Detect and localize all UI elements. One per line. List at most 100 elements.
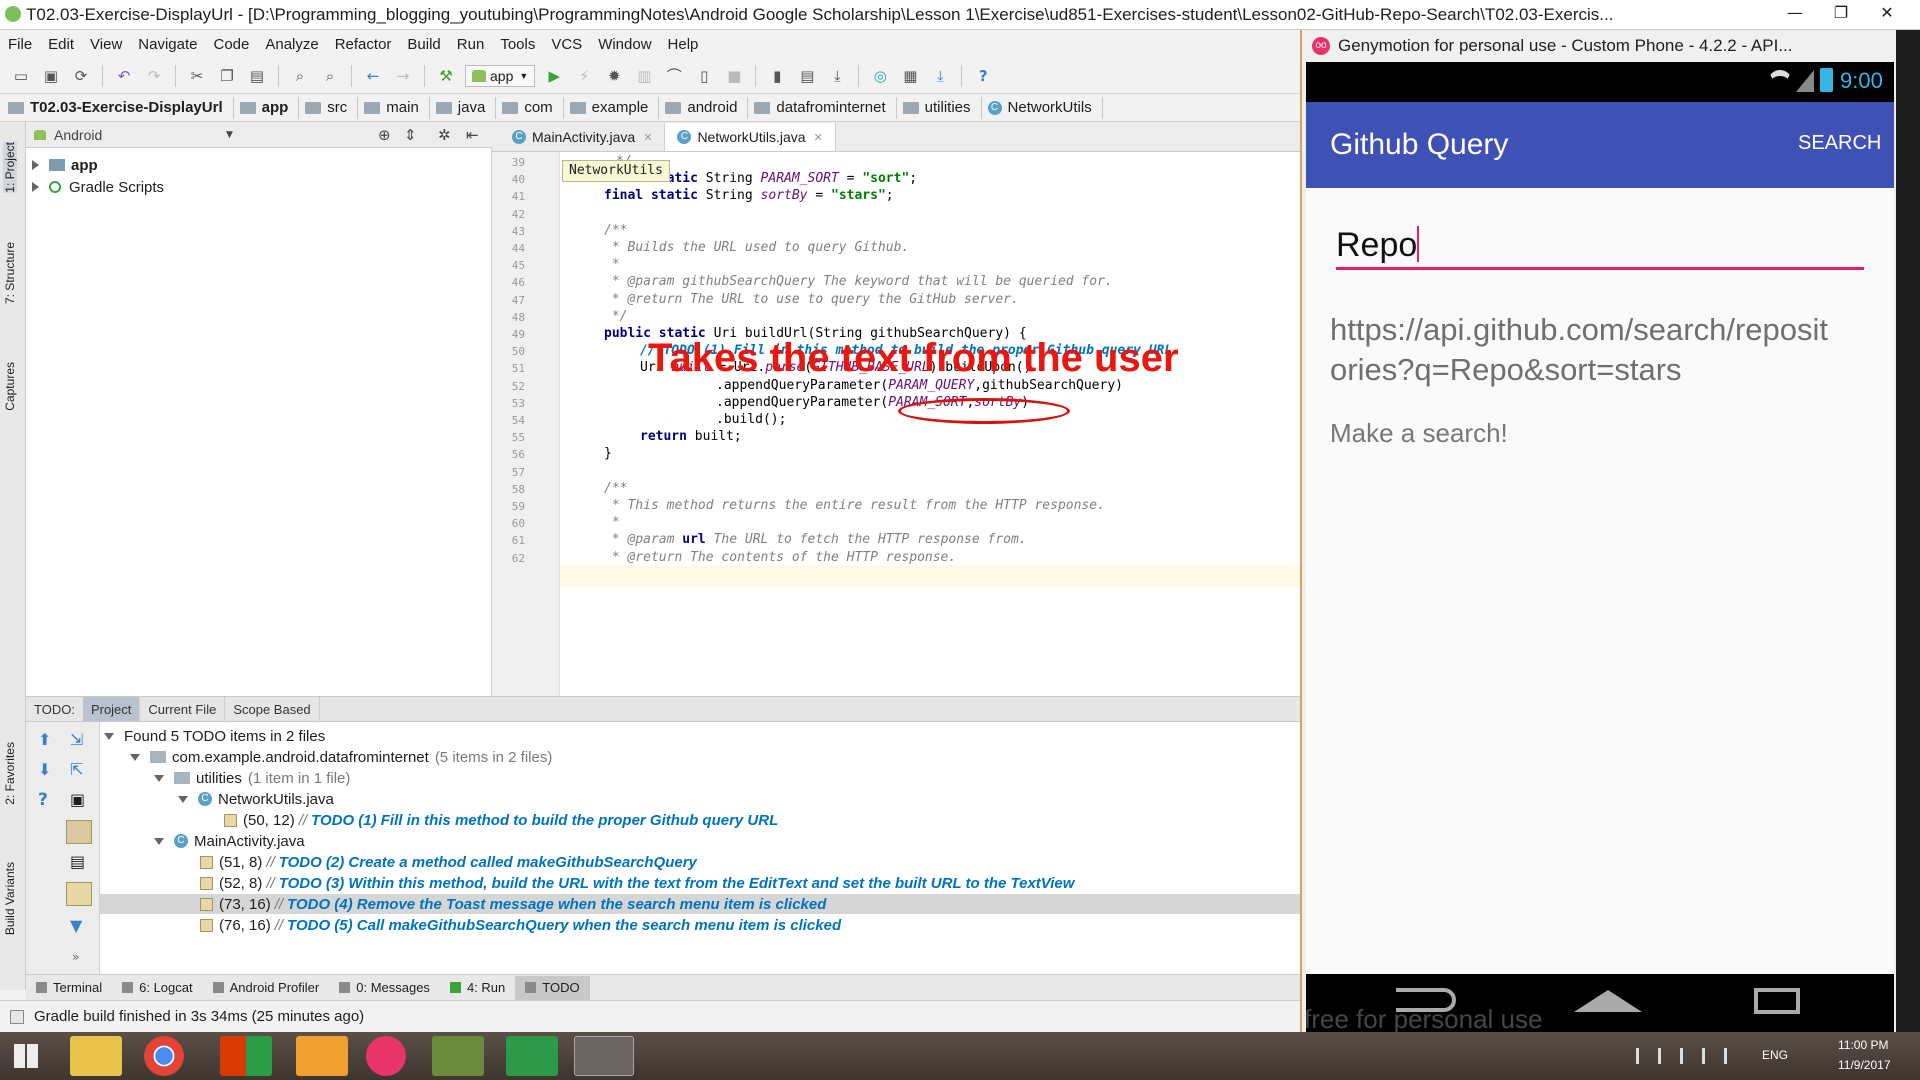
todo-item-row[interactable]: (51, 8) // TODO (2) Create a method call… [100, 852, 1300, 872]
android-studio-taskbar-icon[interactable] [432, 1036, 484, 1076]
copy-icon[interactable]: ❐ [216, 65, 238, 87]
target-icon[interactable]: ⊕ [378, 126, 391, 144]
breadcrumb-item[interactable]: utilities [902, 96, 982, 119]
tab-networkutils[interactable]: C NetworkUtils.java ✕ [665, 123, 836, 151]
help-icon[interactable]: ? [972, 65, 994, 87]
todo-tab-project[interactable]: Project [82, 697, 141, 721]
menu-file[interactable]: File [0, 36, 40, 53]
expand-icon[interactable] [32, 160, 39, 170]
breadcrumb-item[interactable]: T02.03-Exercise-DisplayUrl [8, 96, 234, 119]
menu-help[interactable]: Help [660, 36, 707, 53]
tool-tab-terminal[interactable]: Terminal [26, 976, 112, 1000]
undo-icon[interactable]: ↶ [113, 65, 135, 87]
expand-icon[interactable] [32, 182, 39, 192]
close-icon[interactable]: ✕ [643, 131, 652, 144]
back-icon[interactable]: ← [362, 65, 384, 87]
stop-icon[interactable]: ■ [723, 65, 745, 87]
menu-run[interactable]: Run [449, 36, 493, 53]
breadcrumb-item[interactable]: example [569, 96, 660, 119]
expand-all-icon[interactable]: ⇲ [70, 730, 83, 749]
filter-icon[interactable]: ▼ [70, 916, 82, 935]
chrome-icon[interactable] [144, 1036, 184, 1076]
gear-icon[interactable]: ✲ [438, 126, 451, 144]
tray-icons[interactable] [1636, 1048, 1736, 1064]
todo-file-row[interactable]: C MainActivity.java [100, 831, 1300, 851]
breadcrumb-item[interactable]: datafrominternet [754, 96, 897, 119]
tab-favorites[interactable]: 2: Favorites [3, 742, 17, 805]
breadcrumb-item[interactable]: com [502, 96, 564, 119]
maximize-button[interactable]: ❐ [1822, 0, 1860, 26]
tree-item-gradle-scripts[interactable]: Gradle Scripts [32, 176, 164, 198]
open-icon[interactable]: ▭ [10, 65, 32, 87]
more-icon[interactable]: » [72, 950, 79, 964]
expand-icon[interactable] [154, 837, 164, 845]
collapse-icon[interactable]: ⇕ [404, 126, 417, 144]
close-button[interactable]: ✕ [1868, 0, 1906, 26]
breadcrumb-item[interactable]: android [665, 96, 749, 119]
save-icon[interactable]: ▣ [40, 65, 62, 87]
paste-icon[interactable]: ▤ [246, 65, 268, 87]
run-icon[interactable]: ▶ [543, 65, 565, 87]
redo-icon[interactable]: ↷ [143, 65, 165, 87]
run-config-select[interactable]: app ▼ [465, 64, 536, 87]
tool-tab-messages[interactable]: 0: Messages [329, 976, 440, 1000]
menu-tools[interactable]: Tools [492, 36, 543, 53]
expand-icon[interactable] [130, 753, 140, 761]
debug-icon[interactable]: ✹ [603, 65, 625, 87]
tab-captures[interactable]: Captures [3, 362, 17, 411]
recents-nav-icon[interactable] [1754, 988, 1800, 1014]
tool-tab-todo[interactable]: TODO [515, 975, 590, 1000]
sync-gradle-icon[interactable]: ▮ [766, 65, 788, 87]
search-action-button[interactable]: SEARCH [1798, 132, 1881, 155]
menu-build[interactable]: Build [399, 36, 448, 53]
preview-icon[interactable]: ▣ [70, 790, 85, 809]
expand-icon[interactable] [104, 732, 114, 740]
todo-tab-scope-based[interactable]: Scope Based [225, 697, 320, 721]
todo-tab-current-file[interactable]: Current File [140, 697, 226, 721]
todo-utilities-row[interactable]: utilities (1 item in 1 file) [100, 768, 1300, 788]
file-explorer-icon[interactable] [70, 1036, 122, 1076]
sync-icon[interactable]: ⟳ [70, 65, 92, 87]
tab-build-variants[interactable]: Build Variants [3, 862, 17, 935]
download-icon[interactable]: ⤓ [929, 65, 951, 87]
tab-structure[interactable]: 7: Structure [3, 242, 17, 304]
menu-vcs[interactable]: VCS [543, 36, 590, 53]
tool-tab-androidprofiler[interactable]: Android Profiler [203, 976, 330, 1000]
menu-refactor[interactable]: Refactor [327, 36, 400, 53]
close-icon[interactable]: ✕ [814, 131, 823, 144]
todo-item-row[interactable]: (52, 8) // TODO (3) Within this method, … [100, 873, 1300, 893]
help-icon[interactable]: ? [38, 790, 48, 810]
make-project-icon[interactable]: ⚒ [435, 65, 457, 87]
cut-icon[interactable]: ✂ [186, 65, 208, 87]
taskbar-time[interactable]: 11:00 PM [1838, 1038, 1888, 1052]
profile-icon[interactable]: ▥ [633, 65, 655, 87]
expand-icon[interactable] [178, 795, 188, 803]
project-structure-icon[interactable]: ▦ [899, 65, 921, 87]
menu-view[interactable]: View [82, 36, 130, 53]
hide-icon[interactable]: ⇤ [466, 126, 479, 144]
genymotion-taskbar-icon[interactable] [366, 1036, 406, 1076]
menu-edit[interactable]: Edit [40, 36, 82, 53]
avd-manager-icon[interactable]: ▤ [796, 65, 818, 87]
breadcrumb-item[interactable]: app [239, 96, 300, 119]
find-icon[interactable]: ⌕ [289, 65, 311, 87]
tool-tab-run[interactable]: 4: Run [440, 976, 515, 1000]
sdk-manager-icon[interactable]: ⤓ [826, 65, 848, 87]
media-player-icon[interactable] [296, 1036, 348, 1076]
todo-item-row[interactable]: (76, 16) // TODO (5) Call makeGithubSear… [100, 915, 1300, 935]
module-icon[interactable]: ▤ [70, 852, 85, 871]
breadcrumb-item[interactable]: src [305, 96, 359, 119]
store-icon[interactable] [506, 1036, 558, 1076]
breadcrumb-item[interactable]: C NetworkUtils [987, 96, 1103, 119]
home-nav-icon[interactable] [1574, 990, 1642, 1012]
replace-icon[interactable]: ⌕ [319, 65, 341, 87]
todo-item-row-selected[interactable]: (73, 16) // TODO (4) Remove the Toast me… [100, 894, 1300, 914]
breadcrumb-item[interactable]: java [435, 96, 497, 119]
windows-start-icon[interactable] [14, 1044, 38, 1068]
tool-tab-logcat[interactable]: 6: Logcat [112, 976, 203, 1000]
todo-file-row[interactable]: C NetworkUtils.java [100, 789, 1300, 809]
collapse-all-icon[interactable]: ⇱ [70, 760, 83, 779]
group-by-icon[interactable] [66, 820, 92, 844]
genymotion-player-taskbar-icon[interactable] [574, 1036, 634, 1076]
chevron-down-icon[interactable]: ▼ [226, 130, 233, 140]
